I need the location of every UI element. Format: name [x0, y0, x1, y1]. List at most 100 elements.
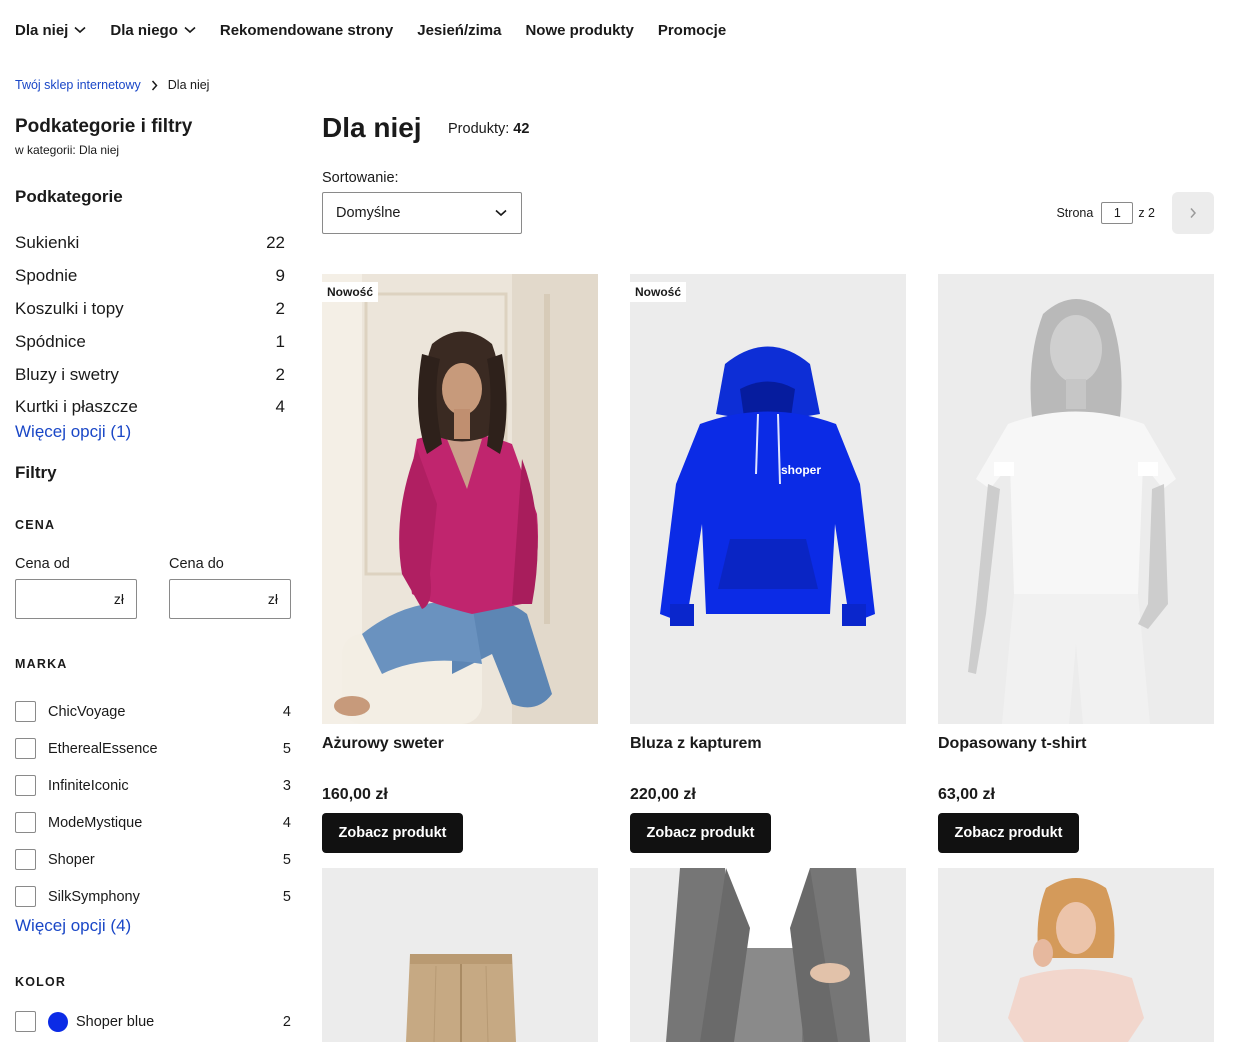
brand-checkbox[interactable]: [15, 701, 36, 722]
new-badge: Nowość: [630, 282, 687, 302]
breadcrumb-home-link[interactable]: Twój sklep internetowy: [15, 78, 141, 92]
beige-trousers-photo: [322, 868, 598, 1042]
product-name[interactable]: Bluza z kapturem: [630, 735, 906, 753]
main-navigation: Dla niej Dla niego Rekomendowane strony …: [15, 19, 750, 41]
pager-page-label: Strona: [1056, 206, 1094, 220]
chevron-down-icon: [184, 26, 196, 34]
brand-checkbox[interactable]: [15, 775, 36, 796]
brand-checkbox[interactable]: [15, 849, 36, 870]
subcategory-label: Spodnie: [15, 266, 78, 286]
brand-label: EtherealEssence: [48, 740, 158, 757]
brand-label: Shoper: [48, 851, 95, 868]
brand-checkbox[interactable]: [15, 886, 36, 907]
product-price: 63,00 zł: [938, 786, 995, 803]
view-product-button[interactable]: Zobacz produkt: [322, 813, 463, 853]
filters-sidebar: Podkategorie i filtry w kategorii: Dla n…: [15, 115, 291, 1032]
product-name[interactable]: Ażurowy sweter: [322, 735, 598, 753]
brand-count: 5: [282, 888, 291, 905]
brand-count: 5: [282, 851, 291, 868]
subcategory-item[interactable]: Bluzy i swetry 2: [15, 358, 285, 391]
woman-white-tshirt-photo: [938, 274, 1214, 724]
brand-filter-label: MARKA: [15, 657, 68, 671]
brand-label: ChicVoyage: [48, 703, 126, 720]
woman-pink-sweater-photo: [322, 274, 598, 724]
subcategory-label: Sukienki: [15, 233, 80, 253]
product-count-value: 42: [513, 121, 530, 137]
brand-filter-item[interactable]: EtherealEssence 5: [15, 730, 291, 767]
nav-item-jesien-zima[interactable]: Jesień/zima: [417, 22, 501, 39]
view-product-button[interactable]: Zobacz produkt: [938, 813, 1079, 853]
subcategories-title: Podkategorie: [15, 187, 123, 206]
brand-filter-list: ChicVoyage 4 EtherealEssence 5 InfiniteIco…: [15, 693, 291, 915]
breadcrumb: Twój sklep internetowy Dla niej: [15, 78, 209, 92]
brand-checkbox[interactable]: [15, 812, 36, 833]
brand-checkbox[interactable]: [15, 738, 36, 759]
subcategory-item[interactable]: Spódnice 1: [15, 325, 285, 358]
color-filter-item[interactable]: Shoper blue 2: [15, 1003, 291, 1040]
color-swatch: [48, 1011, 68, 1032]
chevron-down-icon: [74, 26, 86, 34]
brand-filter-item[interactable]: SilkSymphony 5: [15, 878, 291, 915]
sort-select[interactable]: Domyślne: [322, 192, 522, 234]
breadcrumb-current: Dla niej: [167, 78, 210, 92]
chevron-down-icon: [495, 209, 507, 217]
color-filter-label: KOLOR: [15, 975, 67, 989]
price-from-input[interactable]: zł: [15, 579, 137, 619]
filters-title: Filtry: [15, 463, 57, 482]
color-label: Shoper blue: [76, 1013, 155, 1030]
grey-suit-photo: [630, 868, 906, 1042]
subcategory-item[interactable]: Spodnie 9: [15, 260, 285, 293]
subcategory-count: 4: [275, 397, 285, 417]
nav-item-label: Dla niej: [15, 21, 69, 39]
product-card: shoper Nowość Bluza z kapturem 220,00 zł…: [630, 274, 906, 853]
new-badge: Nowość: [322, 282, 379, 302]
subcategory-label: Spódnice: [15, 331, 86, 351]
nav-item-nowe-produkty[interactable]: Nowe produkty: [525, 22, 633, 39]
woman-pink-top-photo: [938, 868, 1214, 1042]
nav-item-label: Nowe produkty: [525, 21, 634, 39]
nav-item-dla-niej[interactable]: Dla niej: [15, 22, 86, 39]
brand-filter-item[interactable]: Shoper 5: [15, 841, 291, 878]
pager-total-label: z 2: [1138, 206, 1155, 220]
product-price: 220,00 zł: [630, 786, 696, 803]
brand-label: InfiniteIconic: [48, 777, 129, 794]
nav-item-rekomendowane[interactable]: Rekomendowane strony: [220, 22, 393, 39]
brand-filter-item[interactable]: ModeMystique 4: [15, 804, 291, 841]
subcategory-list: Sukienki 22 Spodnie 9 Koszulki i topy 2 Spó…: [15, 227, 285, 424]
brand-filter-item[interactable]: ChicVoyage 4: [15, 693, 291, 730]
brand-filter-item[interactable]: InfiniteIconic 3: [15, 767, 291, 804]
product-card: Dopasowany t-shirt 63,00 zł Zobacz produ…: [938, 274, 1214, 853]
brand-count: 4: [282, 703, 291, 720]
nav-item-label: Rekomendowane strony: [219, 21, 394, 39]
product-image[interactable]: [938, 274, 1214, 724]
nav-item-dla-niego[interactable]: Dla niego: [110, 22, 196, 39]
subcategory-count: 9: [275, 266, 285, 286]
subcategory-item[interactable]: Koszulki i topy 2: [15, 293, 285, 326]
chevron-right-icon: [151, 80, 158, 91]
next-page-button[interactable]: [1172, 192, 1214, 234]
page-number-input[interactable]: 1: [1101, 202, 1134, 224]
product-image[interactable]: [630, 868, 906, 1042]
brand-count: 5: [282, 740, 291, 757]
sort-selected-value: Domyślne: [336, 205, 401, 221]
brand-label: SilkSymphony: [48, 888, 140, 905]
sort-label: Sortowanie:: [322, 170, 399, 186]
hoodie-print-text: shoper: [781, 463, 822, 477]
product-name[interactable]: Dopasowany t-shirt: [938, 735, 1214, 753]
brands-more-link[interactable]: Więcej opcji (4): [15, 916, 131, 936]
subcategory-label: Koszulki i topy: [15, 298, 124, 318]
subcategories-more-link[interactable]: Więcej opcji (1): [15, 422, 131, 442]
brand-count: 3: [282, 777, 291, 794]
product-image[interactable]: [938, 868, 1214, 1042]
view-product-button[interactable]: Zobacz produkt: [630, 813, 771, 853]
product-image[interactable]: Nowość: [322, 274, 598, 724]
color-checkbox[interactable]: [15, 1011, 36, 1032]
product-image[interactable]: shoper Nowość: [630, 274, 906, 724]
price-to-label: Cena do: [169, 556, 224, 572]
nav-item-label: Dla niego: [110, 21, 178, 39]
price-to-input[interactable]: zł: [169, 579, 291, 619]
product-image[interactable]: [322, 868, 598, 1042]
subcategory-item[interactable]: Sukienki 22: [15, 227, 285, 260]
nav-item-promocje[interactable]: Promocje: [658, 22, 726, 39]
subcategory-item[interactable]: Kurtki i płaszcze 4: [15, 391, 285, 424]
